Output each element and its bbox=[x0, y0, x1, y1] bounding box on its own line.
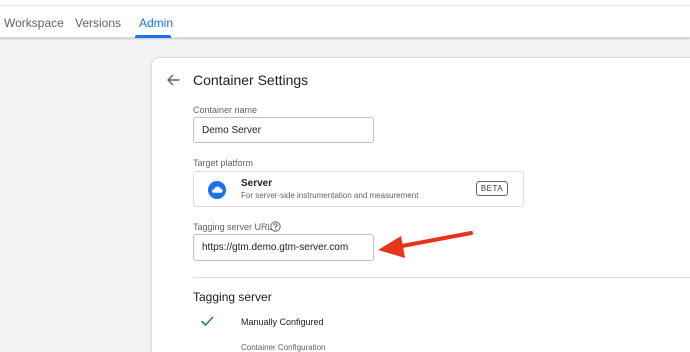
container-name-label: Container name bbox=[193, 105, 258, 115]
cloud-icon bbox=[208, 181, 226, 199]
tagging-server-url-label: Tagging server URL bbox=[193, 222, 273, 232]
check-icon bbox=[201, 316, 214, 326]
platform-description: For server-side instrumentation and meas… bbox=[241, 191, 419, 200]
beta-badge: BETA bbox=[476, 181, 508, 196]
help-icon[interactable] bbox=[270, 221, 281, 232]
active-tab-indicator bbox=[135, 35, 171, 38]
arrow-back-icon[interactable] bbox=[165, 72, 181, 88]
container-name-input[interactable] bbox=[193, 117, 374, 143]
page-title: Container Settings bbox=[193, 72, 309, 88]
section-divider bbox=[193, 277, 690, 278]
tagging-server-title: Tagging server bbox=[193, 290, 272, 304]
top-strip bbox=[0, 0, 690, 6]
platform-name: Server bbox=[241, 178, 273, 189]
tagging-server-url-input[interactable] bbox=[193, 234, 374, 261]
container-configuration-label: Container Configuration bbox=[241, 343, 326, 352]
tab-workspace[interactable]: Workspace bbox=[4, 16, 64, 30]
tagging-server-status: Manually Configured bbox=[241, 317, 324, 327]
target-platform-option[interactable] bbox=[193, 171, 524, 207]
tab-versions[interactable]: Versions bbox=[75, 16, 121, 30]
target-platform-label: Target platform bbox=[193, 158, 254, 168]
tab-admin[interactable]: Admin bbox=[139, 16, 173, 30]
